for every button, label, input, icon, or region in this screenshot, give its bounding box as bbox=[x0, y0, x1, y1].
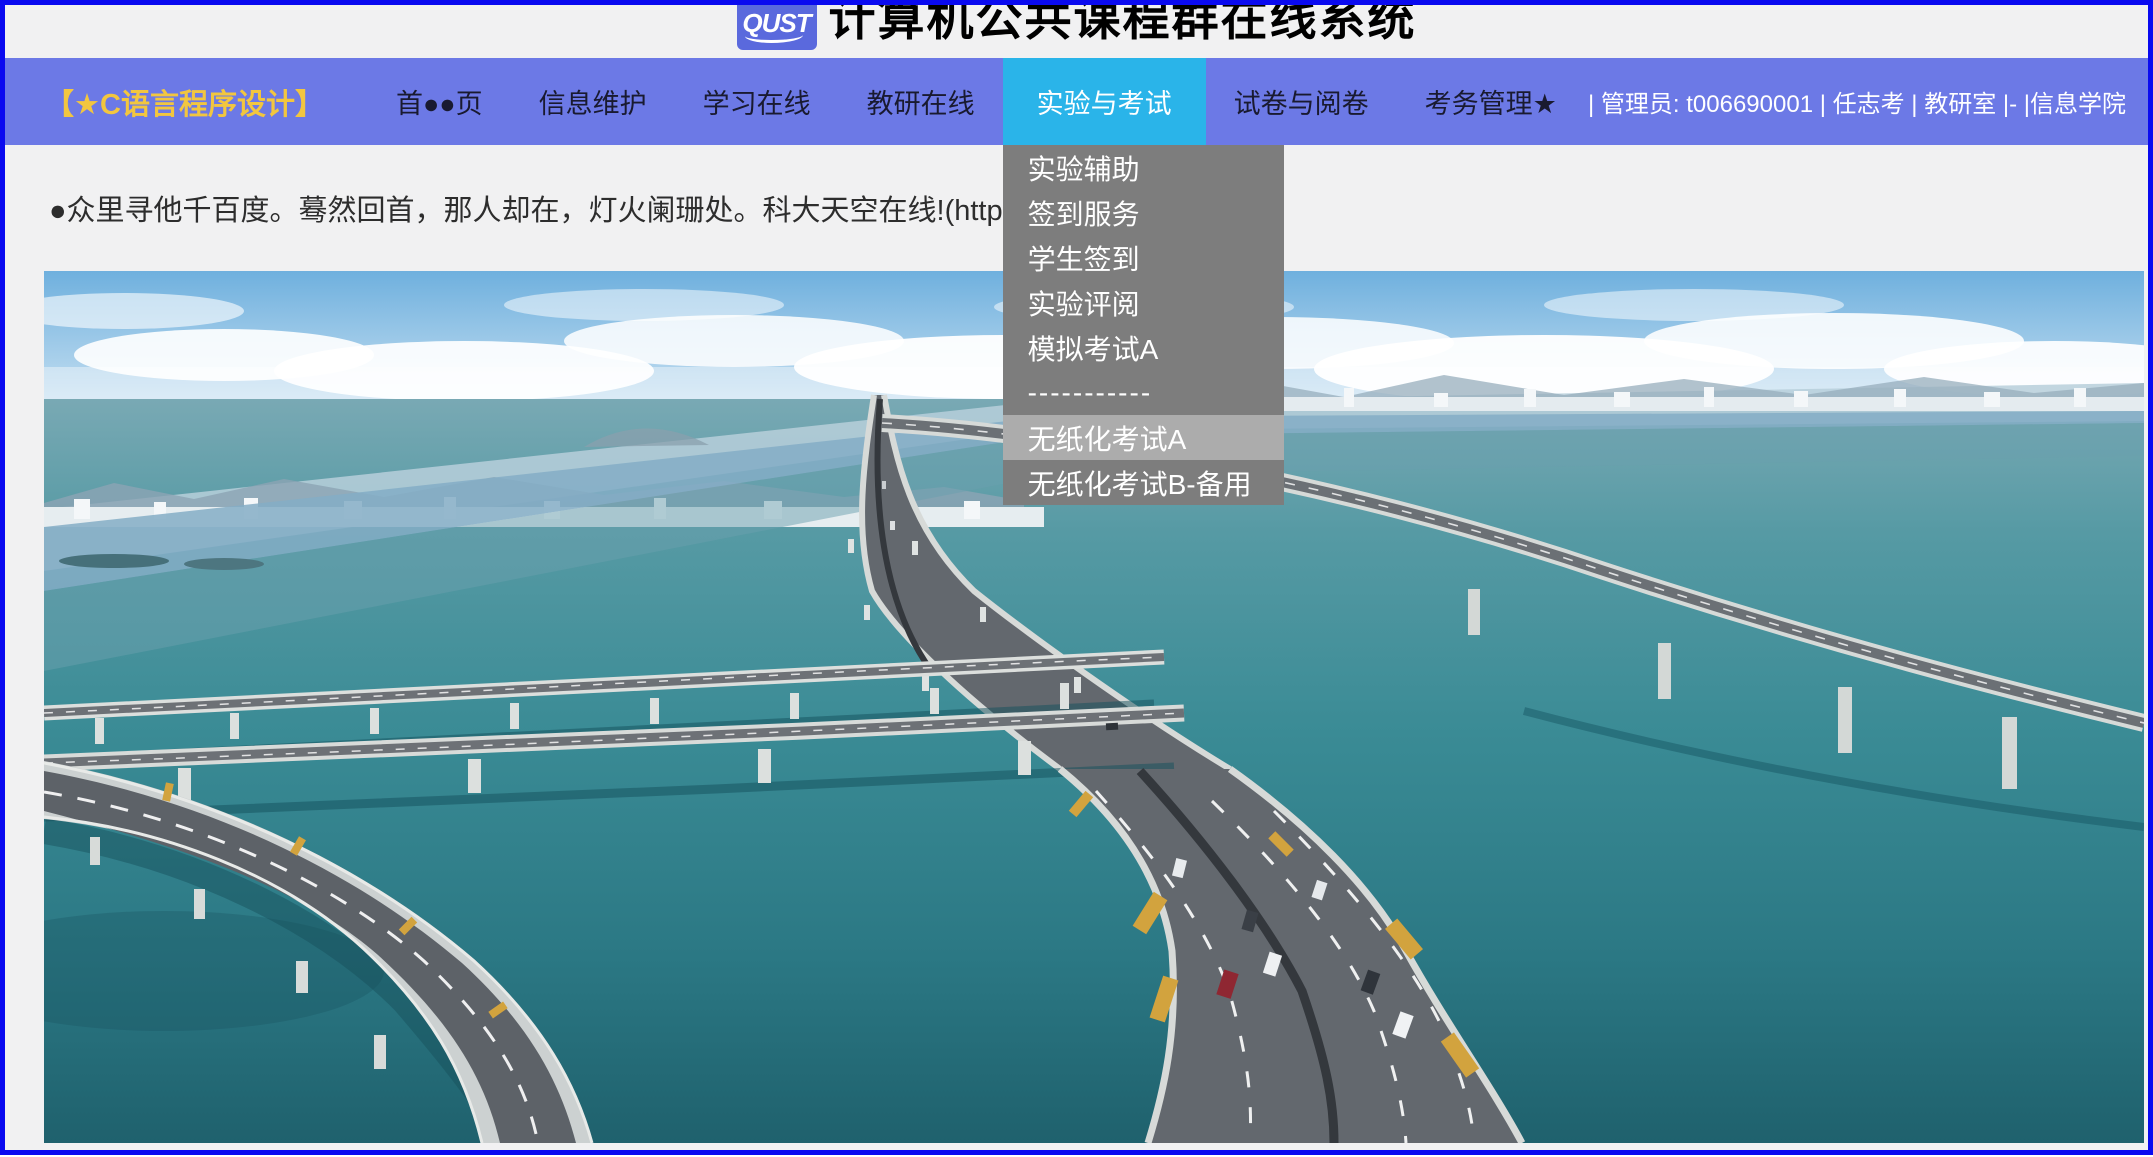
page-root: QUST 计算机公共课程群在线系统 【★C语言程序设计】 首●●页 信息维护 学… bbox=[0, 0, 2153, 1155]
admin-info: | 管理员: t006690001 | 任志考 | 教研室 |- |信息学院 bbox=[1588, 84, 2126, 119]
nav-item-learning-online[interactable]: 学习在线 bbox=[675, 58, 839, 145]
course-label: 【★C语言程序设计】 bbox=[45, 81, 324, 123]
dropdown-separator: ----------- bbox=[1003, 370, 1284, 415]
nav-item-home[interactable]: 首●●页 bbox=[368, 58, 511, 145]
nav-item-exam-affairs[interactable]: 考务管理★ bbox=[1397, 58, 1585, 145]
dropdown-item-mock-exam-a[interactable]: 模拟考试A bbox=[1003, 325, 1284, 370]
dropdown-item-experiment-review[interactable]: 实验评阅 bbox=[1003, 280, 1284, 325]
dropdown-item-paperless-exam-a[interactable]: 无纸化考试A bbox=[1003, 415, 1284, 460]
header: QUST 计算机公共课程群在线系统 bbox=[5, 5, 2148, 58]
experiment-exam-dropdown: 实验辅助 签到服务 学生签到 实验评阅 模拟考试A ----------- 无纸… bbox=[1003, 145, 1284, 505]
nav-item-experiment-exam[interactable]: 实验与考试 实验辅助 签到服务 学生签到 实验评阅 模拟考试A --------… bbox=[1003, 58, 1206, 145]
nav-item-papers-grading[interactable]: 试卷与阅卷 bbox=[1206, 58, 1397, 145]
page-title: 计算机公共课程群在线系统 bbox=[829, 5, 1417, 46]
marquee-text: ●众里寻他千百度。蓦然回首，那人却在，灯火阑珊处。科大天空在线!(http://… bbox=[49, 187, 1111, 229]
main-navbar: 【★C语言程序设计】 首●●页 信息维护 学习在线 教研在线 实验与考试 实验辅… bbox=[5, 58, 2148, 145]
nav-item-experiment-exam-label: 实验与考试 bbox=[1037, 82, 1172, 121]
nav-item-info-maintenance[interactable]: 信息维护 bbox=[511, 58, 675, 145]
nav-item-research-online[interactable]: 教研在线 bbox=[839, 58, 1003, 145]
qust-logo: QUST bbox=[737, 5, 817, 50]
dropdown-item-student-signin[interactable]: 学生签到 bbox=[1003, 235, 1284, 280]
dropdown-item-signin-service[interactable]: 签到服务 bbox=[1003, 190, 1284, 235]
dropdown-item-paperless-exam-b[interactable]: 无纸化考试B-备用 bbox=[1003, 460, 1284, 505]
dropdown-item-experiment-assist[interactable]: 实验辅助 bbox=[1003, 145, 1284, 190]
